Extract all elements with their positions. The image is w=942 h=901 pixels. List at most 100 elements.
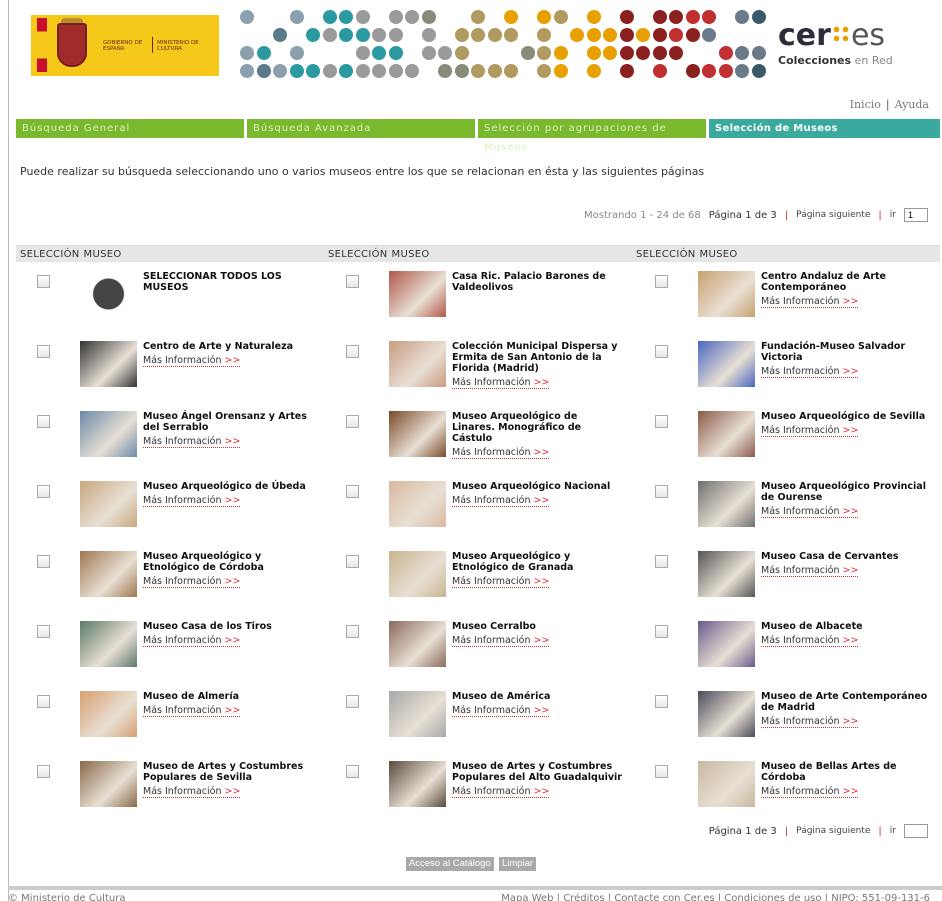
more-info-link[interactable]: Más Información >> (761, 635, 859, 647)
museum-name[interactable]: Museo Cerralbo Más Información >> (452, 621, 622, 647)
museum-name[interactable]: Colección Municipal Dispersa y Ermita de… (452, 341, 622, 389)
more-info-link[interactable]: Más Información >> (761, 506, 859, 518)
museum-checkbox[interactable] (655, 555, 668, 568)
museum-name[interactable]: Museo Ángel Orensanz y Artes del Serrabl… (143, 411, 313, 448)
more-info-link[interactable]: Más Información >> (452, 786, 550, 798)
more-info-link[interactable]: Más Información >> (761, 366, 859, 378)
footer-links[interactable]: Mapa Web | Créditos | Contacte con Cer.e… (501, 893, 930, 901)
more-info-link[interactable]: Más Información >> (452, 705, 550, 717)
museum-thumbnail[interactable] (389, 691, 446, 737)
more-info-link[interactable]: Más Información >> (143, 436, 241, 448)
tab-busqueda-avanzada[interactable]: Búsqueda Avanzada (247, 119, 478, 138)
museum-name-text[interactable]: Museo de Arte Contemporáneo de Madrid (761, 691, 927, 713)
museum-name[interactable]: Museo de Artes y Costumbres Populares de… (143, 761, 313, 798)
tab-seleccion-agrupaciones[interactable]: Selección por agrupaciones de Museos (478, 119, 709, 153)
museum-name[interactable]: Museo de Bellas Artes de Córdoba Más Info… (761, 761, 931, 798)
museum-name[interactable]: Centro Andaluz de Arte Contemporáneo Más … (761, 271, 931, 308)
link-ayuda[interactable]: Ayuda (890, 98, 934, 111)
museum-thumbnail[interactable] (80, 341, 137, 387)
museum-name-text[interactable]: Colección Municipal Dispersa y Ermita de… (452, 341, 618, 374)
museum-name-text[interactable]: Museo Casa de Cervantes (761, 551, 899, 562)
museum-checkbox[interactable] (655, 345, 668, 358)
museum-name-text[interactable]: Museo de Albacete (761, 621, 863, 632)
museum-name[interactable]: Fundación-Museo Salvador Victoria Más Inf… (761, 341, 931, 378)
more-info-link[interactable]: Más Información >> (452, 576, 550, 588)
museum-name-text[interactable]: Museo Casa de los Tiros (143, 621, 272, 632)
museum-checkbox[interactable] (37, 765, 50, 778)
museum-checkbox[interactable] (346, 485, 359, 498)
museum-name-text[interactable]: Museo Cerralbo (452, 621, 536, 632)
link-inicio[interactable]: Inicio (845, 98, 886, 111)
museum-thumbnail[interactable] (389, 481, 446, 527)
museum-checkbox[interactable] (37, 485, 50, 498)
museum-name[interactable]: Museo Arqueológico de Linares. Monográfi… (452, 411, 622, 459)
museum-checkbox[interactable] (346, 275, 359, 288)
tab-busqueda-general[interactable]: Búsqueda General (16, 119, 247, 138)
museum-thumbnail[interactable] (80, 691, 137, 737)
museum-thumbnail[interactable] (80, 481, 137, 527)
museum-name[interactable]: Museo Arqueológico y Etnológico de Córdo… (143, 551, 313, 588)
museum-name[interactable]: Museo Arqueológico de Úbeda Más Informaci… (143, 481, 313, 507)
museum-thumbnail[interactable] (389, 621, 446, 667)
more-info-link[interactable]: Más Información >> (761, 716, 859, 728)
museum-name[interactable]: Museo Arqueológico Nacional Más Informaci… (452, 481, 622, 507)
more-info-link[interactable]: Más Información >> (143, 786, 241, 798)
museum-checkbox[interactable] (37, 275, 50, 288)
museum-name[interactable]: Museo Casa de Cervantes Más Información >… (761, 551, 931, 577)
museum-name[interactable]: Casa Ric. Palacio Barones de Valdeolivos (452, 271, 622, 293)
museum-name-text[interactable]: Museo Arqueológico de Úbeda (143, 481, 306, 492)
next-page-link[interactable]: Página siguiente (796, 826, 870, 836)
museum-thumbnail[interactable] (80, 551, 137, 597)
museum-name-text[interactable]: SELECCIONAR TODOS LOS MUSEOS (143, 271, 282, 293)
tab-seleccion-museos[interactable]: Selección de Museos (709, 119, 940, 138)
museum-thumbnail[interactable] (80, 411, 137, 457)
museum-checkbox[interactable] (346, 695, 359, 708)
clear-button[interactable]: Limpiar (498, 857, 537, 871)
museum-name[interactable]: Museo Casa de los Tiros Más Información >… (143, 621, 313, 647)
museum-checkbox[interactable] (346, 345, 359, 358)
museum-name-text[interactable]: Museo de Artes y Costumbres Populares de… (143, 761, 303, 783)
museum-name-text[interactable]: Museo de Almería (143, 691, 239, 702)
page-number-input[interactable] (904, 208, 928, 222)
museum-checkbox[interactable] (655, 485, 668, 498)
museum-checkbox[interactable] (655, 415, 668, 428)
more-info-link[interactable]: Más Información >> (761, 565, 859, 577)
museum-name[interactable]: SELECCIONAR TODOS LOS MUSEOS (143, 271, 313, 293)
more-info-link[interactable]: Más Información >> (452, 377, 550, 389)
more-info-link[interactable]: Más Información >> (452, 495, 550, 507)
more-info-link[interactable]: Más Información >> (143, 576, 241, 588)
museum-name[interactable]: Museo Arqueológico de Sevilla Más Informa… (761, 411, 931, 437)
page-number-input[interactable] (904, 824, 928, 838)
museum-thumbnail[interactable] (389, 271, 446, 317)
museum-checkbox[interactable] (655, 275, 668, 288)
museum-thumbnail[interactable] (698, 691, 755, 737)
museum-thumbnail[interactable] (698, 411, 755, 457)
museum-name-text[interactable]: Museo Arqueológico Nacional (452, 481, 610, 492)
museum-name-text[interactable]: Museo de Bellas Artes de Córdoba (761, 761, 897, 783)
go-label[interactable]: ir (890, 210, 896, 220)
more-info-link[interactable]: Más Información >> (143, 495, 241, 507)
museum-thumbnail[interactable] (389, 411, 446, 457)
more-info-link[interactable]: Más Información >> (761, 296, 859, 308)
museum-name[interactable]: Museo Arqueológico Provincial de Ourense… (761, 481, 931, 518)
museum-thumbnail[interactable] (80, 271, 137, 317)
museum-checkbox[interactable] (37, 415, 50, 428)
museum-name[interactable]: Museo de Almería Más Información >> (143, 691, 313, 717)
museum-checkbox[interactable] (37, 345, 50, 358)
museum-name-text[interactable]: Centro de Arte y Naturaleza (143, 341, 293, 352)
more-info-link[interactable]: Más Información >> (452, 635, 550, 647)
government-logo[interactable]: GOBIERNO DE ESPAÑA MINISTERIO DE CULTURA (31, 15, 219, 76)
museum-thumbnail[interactable] (698, 761, 755, 807)
museum-thumbnail[interactable] (389, 341, 446, 387)
museum-thumbnail[interactable] (389, 761, 446, 807)
more-info-link[interactable]: Más Información >> (452, 447, 550, 459)
museum-checkbox[interactable] (655, 765, 668, 778)
more-info-link[interactable]: Más Información >> (143, 705, 241, 717)
museum-name[interactable]: Museo de Albacete Más Información >> (761, 621, 931, 647)
catalog-access-button[interactable]: Acceso al Catálogo (405, 857, 494, 871)
more-info-link[interactable]: Más Información >> (761, 786, 859, 798)
museum-name-text[interactable]: Centro Andaluz de Arte Contemporáneo (761, 271, 886, 293)
more-info-link[interactable]: Más Información >> (143, 355, 241, 367)
museum-checkbox[interactable] (346, 555, 359, 568)
museum-checkbox[interactable] (655, 625, 668, 638)
